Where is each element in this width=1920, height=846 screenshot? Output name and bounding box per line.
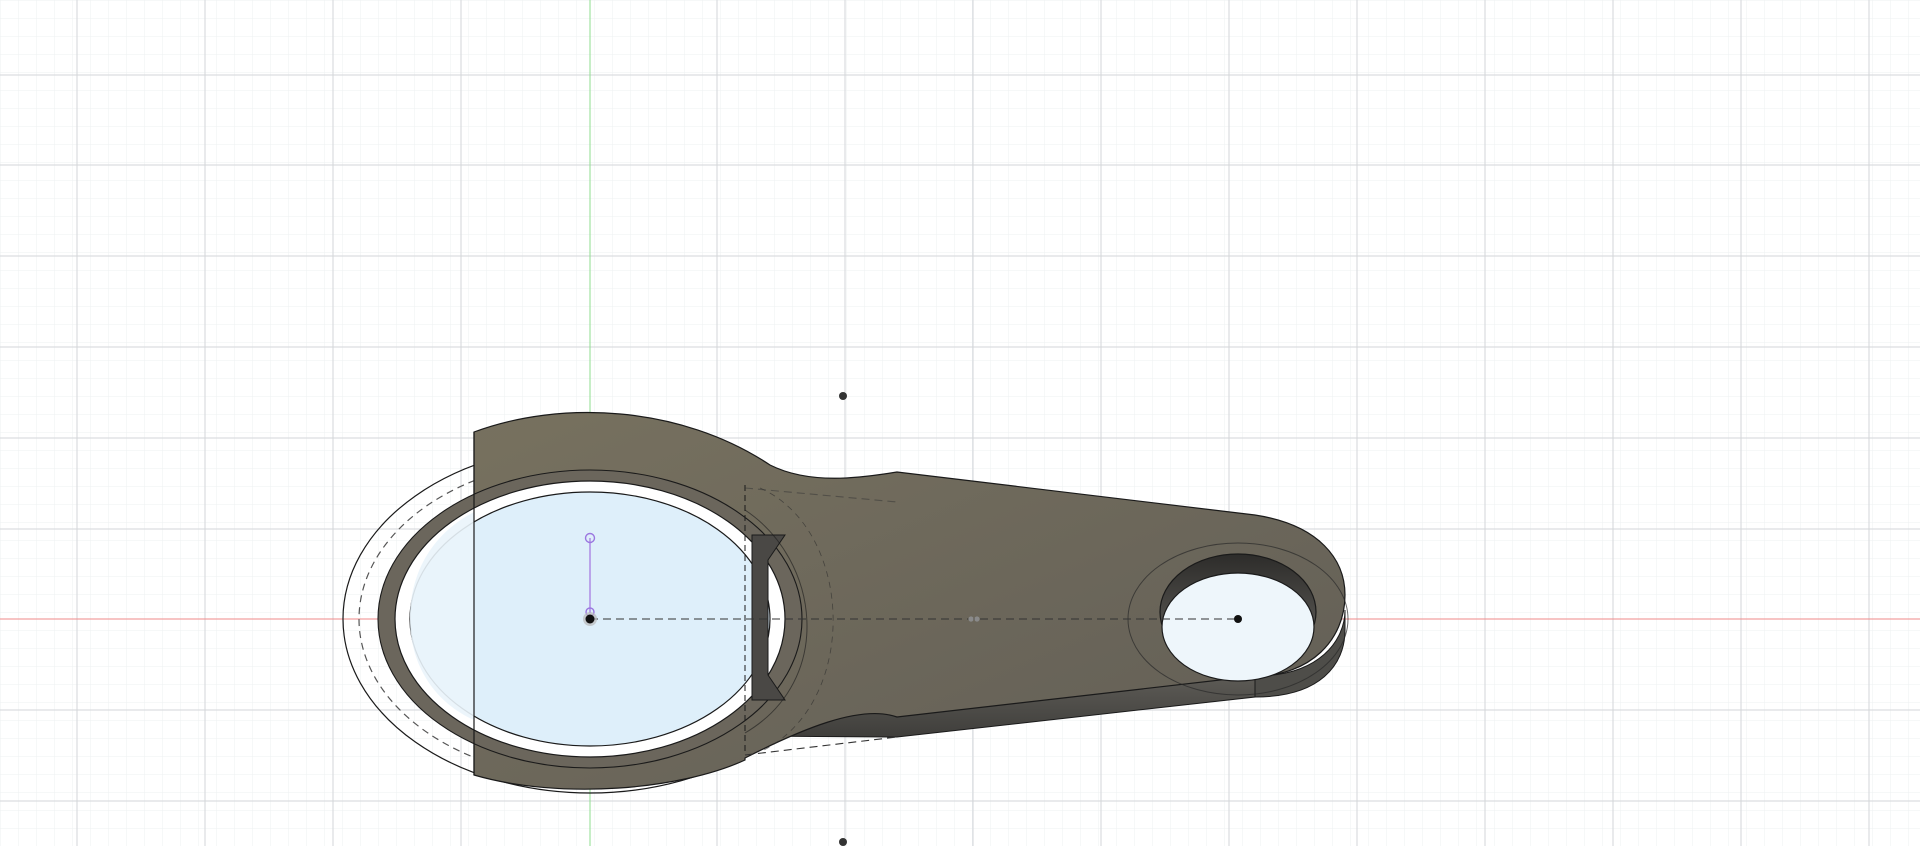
sketch-point-bottom[interactable] [839,838,847,846]
midpoint-marker-left [968,616,974,622]
cad-viewport[interactable] [0,0,1920,846]
midpoint-marker-right [974,616,980,622]
viewport-canvas[interactable] [0,0,1920,846]
small-hole-opening[interactable] [1161,572,1315,682]
small-bore-center-point[interactable] [1234,615,1242,623]
origin-point[interactable] [585,614,595,624]
sketch-point-top[interactable] [839,392,847,400]
